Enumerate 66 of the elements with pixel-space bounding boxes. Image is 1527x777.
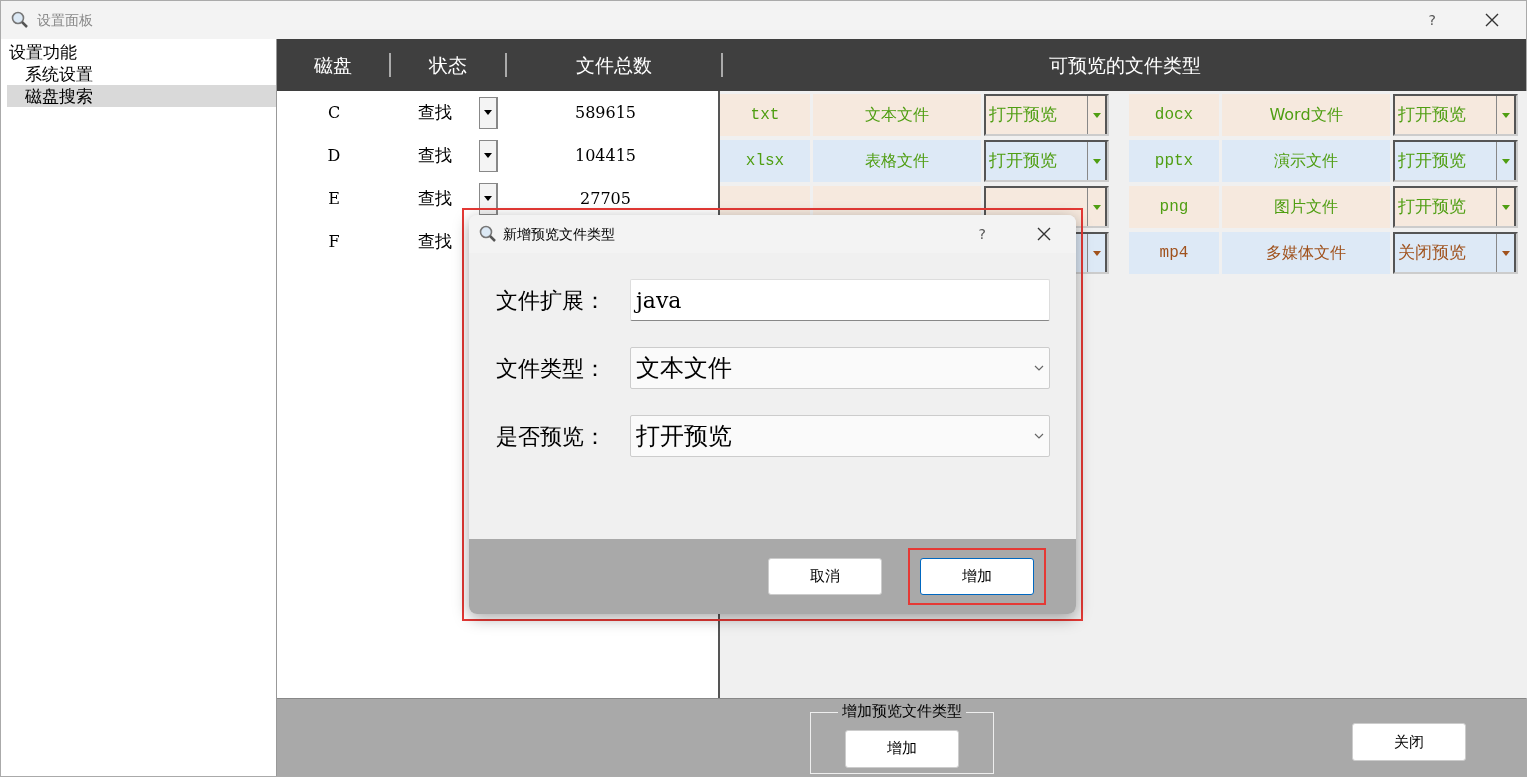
table-cell: 文本文件 bbox=[813, 94, 981, 136]
tree-item[interactable]: 系统设置 bbox=[7, 63, 276, 85]
cancel-button[interactable]: 取消 bbox=[768, 558, 882, 595]
chevron-down-icon bbox=[1034, 433, 1044, 439]
table-cell-text: 查找 bbox=[417, 100, 453, 124]
table-cell-text: E bbox=[327, 187, 341, 210]
dropdown-arrow-icon bbox=[1091, 203, 1102, 211]
table-cell-text: 查找 bbox=[417, 143, 453, 167]
column-header: 状态 bbox=[428, 52, 468, 78]
column-header: 磁盘 bbox=[313, 52, 353, 78]
tree-item[interactable]: 磁盘搜索 bbox=[7, 85, 276, 107]
dropdown-arrow-icon bbox=[483, 195, 493, 202]
dropdown-arrow-icon bbox=[1091, 111, 1102, 119]
table-cell-text: F bbox=[327, 230, 341, 253]
search-icon bbox=[479, 225, 497, 243]
add-button[interactable]: 增加 bbox=[920, 558, 1034, 595]
close-icon[interactable] bbox=[1036, 226, 1052, 242]
dropdown-arrow-icon bbox=[1500, 249, 1511, 257]
table-cell: 演示文件 bbox=[1222, 140, 1390, 182]
dropdown-arrow-icon bbox=[483, 109, 493, 116]
table-cell: png bbox=[1129, 186, 1219, 228]
search-icon bbox=[11, 11, 29, 29]
column-header: 可预览的文件类型 bbox=[1047, 52, 1202, 78]
dropdown-button[interactable] bbox=[479, 182, 498, 215]
preview-select[interactable]: 关闭预览 bbox=[1393, 232, 1518, 274]
dropdown-button[interactable] bbox=[479, 96, 498, 129]
table-cell-text: 查找 bbox=[417, 186, 453, 210]
help-button[interactable]: ? bbox=[1428, 9, 1436, 31]
tree-item[interactable]: 设置功能 bbox=[1, 41, 276, 63]
field-label: 文件类型： bbox=[496, 354, 607, 383]
dropdown-arrow-icon bbox=[1091, 157, 1102, 165]
table-cell-text: 104415 bbox=[573, 144, 638, 167]
field-label: 是否预览： bbox=[496, 422, 607, 451]
dropdown-arrow-icon bbox=[1500, 157, 1511, 165]
table-cell: Word文件 bbox=[1222, 94, 1390, 136]
add-button[interactable]: 增加 bbox=[844, 729, 959, 768]
group-label: 增加预览文件类型 bbox=[837, 700, 966, 721]
close-icon[interactable] bbox=[1484, 12, 1500, 28]
table-cell: mp4 bbox=[1129, 232, 1219, 274]
table-cell: 表格文件 bbox=[813, 140, 981, 182]
table-cell-text: C bbox=[326, 101, 342, 124]
table-cell: txt bbox=[720, 94, 810, 136]
select-field[interactable]: 文本文件 bbox=[630, 347, 1050, 389]
table-cell: pptx bbox=[1129, 140, 1219, 182]
table-cell-text: 查找 bbox=[417, 229, 453, 253]
table-cell: 图片文件 bbox=[1222, 186, 1390, 228]
dropdown-button[interactable] bbox=[479, 139, 498, 172]
table-cell: docx bbox=[1129, 94, 1219, 136]
dropdown-arrow-icon bbox=[1091, 249, 1102, 257]
dialog-title: 新增预览文件类型 bbox=[503, 224, 615, 244]
close-button[interactable]: 关闭 bbox=[1352, 723, 1466, 761]
select-field[interactable]: 打开预览 bbox=[630, 415, 1050, 457]
table-cell-text: 27705 bbox=[579, 187, 632, 210]
window-title: 设置面板 bbox=[37, 10, 93, 30]
dropdown-arrow-icon bbox=[1500, 111, 1511, 119]
field-label: 文件扩展： bbox=[496, 286, 607, 315]
dropdown-arrow-icon bbox=[1500, 203, 1511, 211]
column-header: 文件总数 bbox=[575, 52, 653, 78]
input-field[interactable]: java bbox=[630, 279, 1050, 321]
table-cell-text: 589615 bbox=[573, 101, 638, 124]
table-cell: xlsx bbox=[720, 140, 810, 182]
dropdown-arrow-icon bbox=[483, 152, 493, 159]
chevron-down-icon bbox=[1034, 365, 1044, 371]
table-cell-text: D bbox=[326, 144, 342, 167]
table-cell: 多媒体文件 bbox=[1222, 232, 1390, 274]
help-button[interactable]: ? bbox=[978, 223, 986, 245]
